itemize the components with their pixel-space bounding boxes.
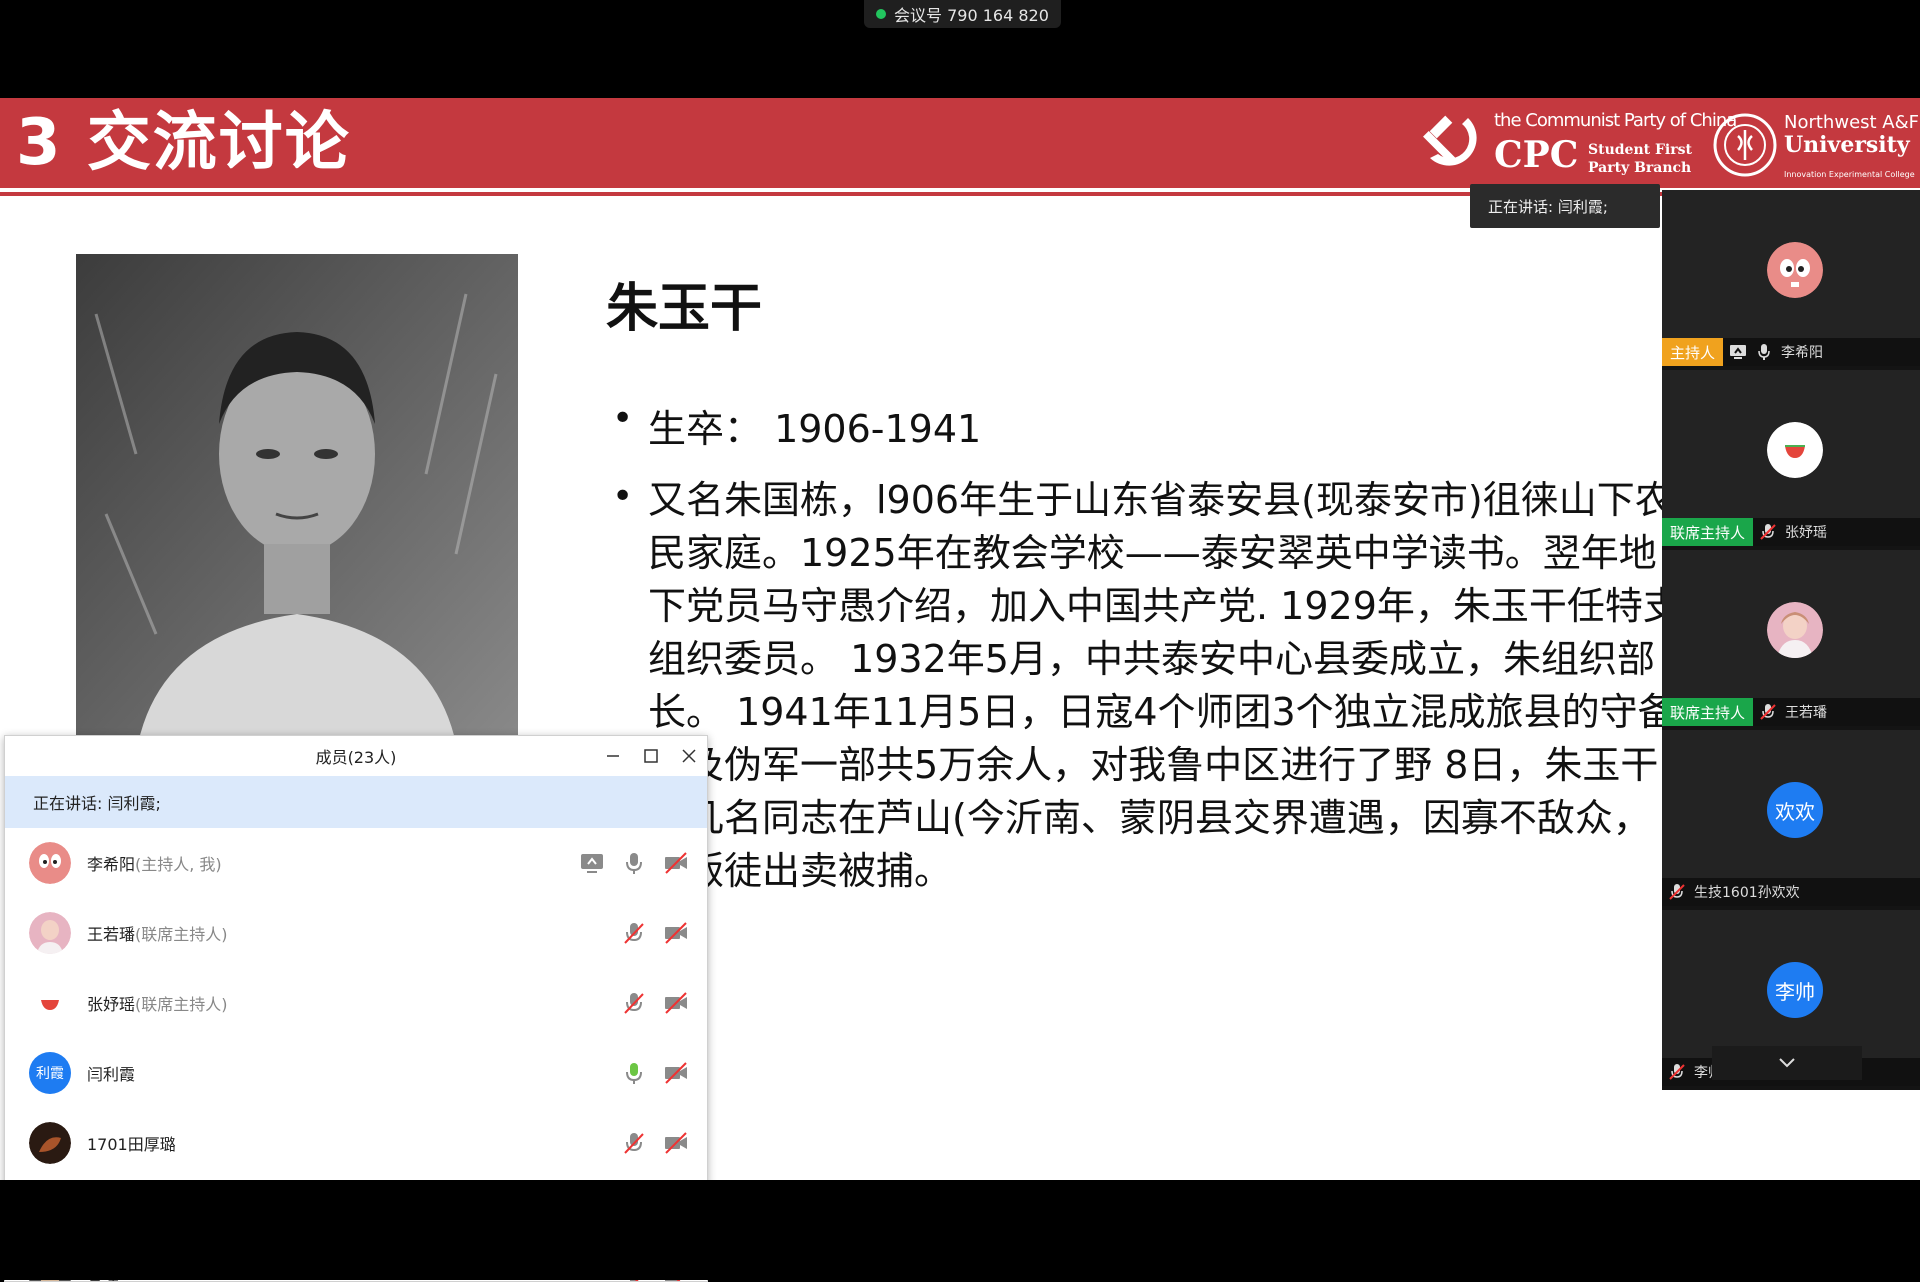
avatar bbox=[29, 982, 71, 1024]
portrait-photo bbox=[76, 254, 518, 754]
branch-line1: Student First bbox=[1588, 142, 1692, 158]
tile-label-bar: 联席主持人 张妤瑶 bbox=[1662, 518, 1920, 546]
member-controls bbox=[621, 990, 689, 1016]
video-tile[interactable]: 欢欢 生技1601孙欢欢 bbox=[1662, 730, 1920, 910]
member-controls bbox=[579, 850, 689, 876]
microphone-muted-icon bbox=[1757, 701, 1779, 723]
participant-name: 李希阳 bbox=[1781, 345, 1824, 361]
avatar: 李帅 bbox=[1767, 962, 1823, 1018]
cpc-english-name: the Communist Party of China bbox=[1494, 110, 1737, 131]
connection-status-dot bbox=[876, 9, 886, 19]
video-strip[interactable]: 主持人 李希阳 联席主持人 张妤瑶 联席主持人 王若璠 欢欢 生技1601孙欢欢… bbox=[1662, 190, 1920, 1090]
minimize-icon[interactable] bbox=[605, 748, 621, 764]
member-name: 李希阳 bbox=[87, 855, 136, 874]
member-name: 1701田厚璐 bbox=[87, 1135, 176, 1154]
meeting-id-text: 会议号 790 164 820 bbox=[894, 6, 1049, 25]
member-role: (联席主持人) bbox=[135, 995, 228, 1014]
member-controls bbox=[621, 1130, 689, 1156]
camera-off-icon[interactable] bbox=[663, 1060, 689, 1086]
member-row[interactable]: 1701田厚璐 bbox=[5, 1108, 707, 1178]
host-badge: 主持人 bbox=[1662, 338, 1724, 366]
microphone-muted-icon[interactable] bbox=[621, 990, 647, 1016]
chevron-down-icon bbox=[1779, 1058, 1795, 1068]
avatar bbox=[1767, 602, 1823, 658]
camera-off-icon[interactable] bbox=[663, 850, 689, 876]
microphone-muted-icon[interactable] bbox=[621, 920, 647, 946]
university-college-name: Innovation Experimental College bbox=[1784, 170, 1915, 179]
hammer-sickle-icon bbox=[1423, 115, 1477, 166]
member-row[interactable]: 张妤瑶(联席主持人) bbox=[5, 968, 707, 1038]
microphone-muted-icon bbox=[1757, 521, 1779, 543]
avatar bbox=[29, 912, 71, 954]
participant-name: 王若璠 bbox=[1785, 705, 1828, 721]
member-name-wrap: 张妤瑶(联席主持人) bbox=[87, 991, 228, 1015]
members-titlebar: 成员(23人) bbox=[5, 736, 707, 776]
university-seal-icon bbox=[1713, 113, 1777, 177]
member-name-wrap: 李希阳(主持人, 我) bbox=[87, 851, 222, 875]
video-tile[interactable]: 联席主持人 王若璠 bbox=[1662, 550, 1920, 730]
member-name: 闫利霞 bbox=[87, 1065, 136, 1084]
avatar bbox=[1767, 422, 1823, 478]
video-tile[interactable]: 李帅 李帅 bbox=[1662, 910, 1920, 1090]
video-tile[interactable]: 联席主持人 张妤瑶 bbox=[1662, 370, 1920, 550]
member-name-wrap: 1701田厚璐 bbox=[87, 1131, 176, 1155]
bullet-lifespan: 生卒： 1906-1941 bbox=[648, 407, 982, 451]
bullet-dot: • bbox=[612, 398, 634, 439]
window-controls bbox=[605, 736, 697, 776]
bottom-letterbox bbox=[0, 1180, 1920, 1280]
member-name: 张妤瑶 bbox=[87, 995, 136, 1014]
member-controls bbox=[621, 1060, 689, 1086]
member-controls bbox=[621, 920, 689, 946]
microphone-icon[interactable] bbox=[621, 850, 647, 876]
bullet-biography: 又名朱国栋，l906年生于山东省泰安县(现泰安市)徂徕山下农民家庭。1925年在… bbox=[648, 478, 1681, 893]
member-role: (联席主持人) bbox=[135, 925, 228, 944]
meeting-id-pill[interactable]: 会议号 790 164 820 bbox=[864, 0, 1061, 28]
member-row[interactable]: 利霞 闫利霞 bbox=[5, 1038, 707, 1108]
camera-off-icon[interactable] bbox=[663, 990, 689, 1016]
university-name-line2: University bbox=[1784, 132, 1910, 158]
bullet-dot: • bbox=[612, 476, 634, 517]
camera-off-icon[interactable] bbox=[663, 920, 689, 946]
member-name: 王若璠 bbox=[87, 925, 136, 944]
members-title: 成员(23人) bbox=[315, 748, 397, 767]
cohost-badge: 联席主持人 bbox=[1662, 518, 1754, 546]
member-name-wrap: 王若璠(联席主持人) bbox=[87, 921, 228, 945]
university-name-line1: Northwest A&F bbox=[1784, 112, 1919, 133]
screen-share-icon bbox=[1727, 341, 1749, 363]
microphone-muted-icon bbox=[1666, 881, 1688, 903]
microphone-muted-icon bbox=[1666, 1061, 1688, 1083]
member-row[interactable]: 王若璠(联席主持人) bbox=[5, 898, 707, 968]
video-tile[interactable]: 主持人 李希阳 bbox=[1662, 190, 1920, 370]
avatar bbox=[1767, 242, 1823, 298]
tile-label-bar: 生技1601孙欢欢 bbox=[1662, 878, 1920, 906]
microphone-muted-icon[interactable] bbox=[621, 1130, 647, 1156]
slide-title: 3 交流讨论 bbox=[16, 106, 351, 180]
close-icon[interactable] bbox=[681, 748, 697, 764]
microphone-active-icon[interactable] bbox=[621, 1060, 647, 1086]
screen-share-icon[interactable] bbox=[579, 850, 605, 876]
speaking-indicator: 正在讲话: 闫利霞; bbox=[1470, 184, 1660, 228]
member-role: (主持人, 我) bbox=[135, 855, 222, 874]
cohost-badge: 联席主持人 bbox=[1662, 698, 1754, 726]
collapse-strip-button[interactable] bbox=[1712, 1046, 1862, 1080]
avatar: 欢欢 bbox=[1767, 782, 1823, 838]
participant-name: 生技1601孙欢欢 bbox=[1694, 885, 1800, 901]
member-name-wrap: 闫利霞 bbox=[87, 1061, 135, 1085]
tile-label-bar: 主持人 李希阳 bbox=[1662, 338, 1920, 366]
participant-name: 张妤瑶 bbox=[1785, 525, 1828, 541]
camera-off-icon[interactable] bbox=[663, 1130, 689, 1156]
avatar bbox=[29, 1122, 71, 1164]
branch-line2: Party Branch bbox=[1588, 160, 1692, 176]
microphone-icon bbox=[1753, 341, 1775, 363]
member-row[interactable]: 李希阳(主持人, 我) bbox=[5, 828, 707, 898]
maximize-icon[interactable] bbox=[643, 748, 659, 764]
members-speaking-bar: 正在讲话: 闫利霞; bbox=[5, 776, 707, 828]
person-name-heading: 朱玉干 bbox=[606, 279, 763, 339]
avatar bbox=[29, 842, 71, 884]
tile-label-bar: 联席主持人 王若璠 bbox=[1662, 698, 1920, 726]
cpc-abbrev: CPC bbox=[1494, 134, 1579, 176]
slide-banner: 3 交流讨论 the Communist Party of China CPC … bbox=[0, 98, 1920, 188]
avatar: 利霞 bbox=[29, 1052, 71, 1094]
